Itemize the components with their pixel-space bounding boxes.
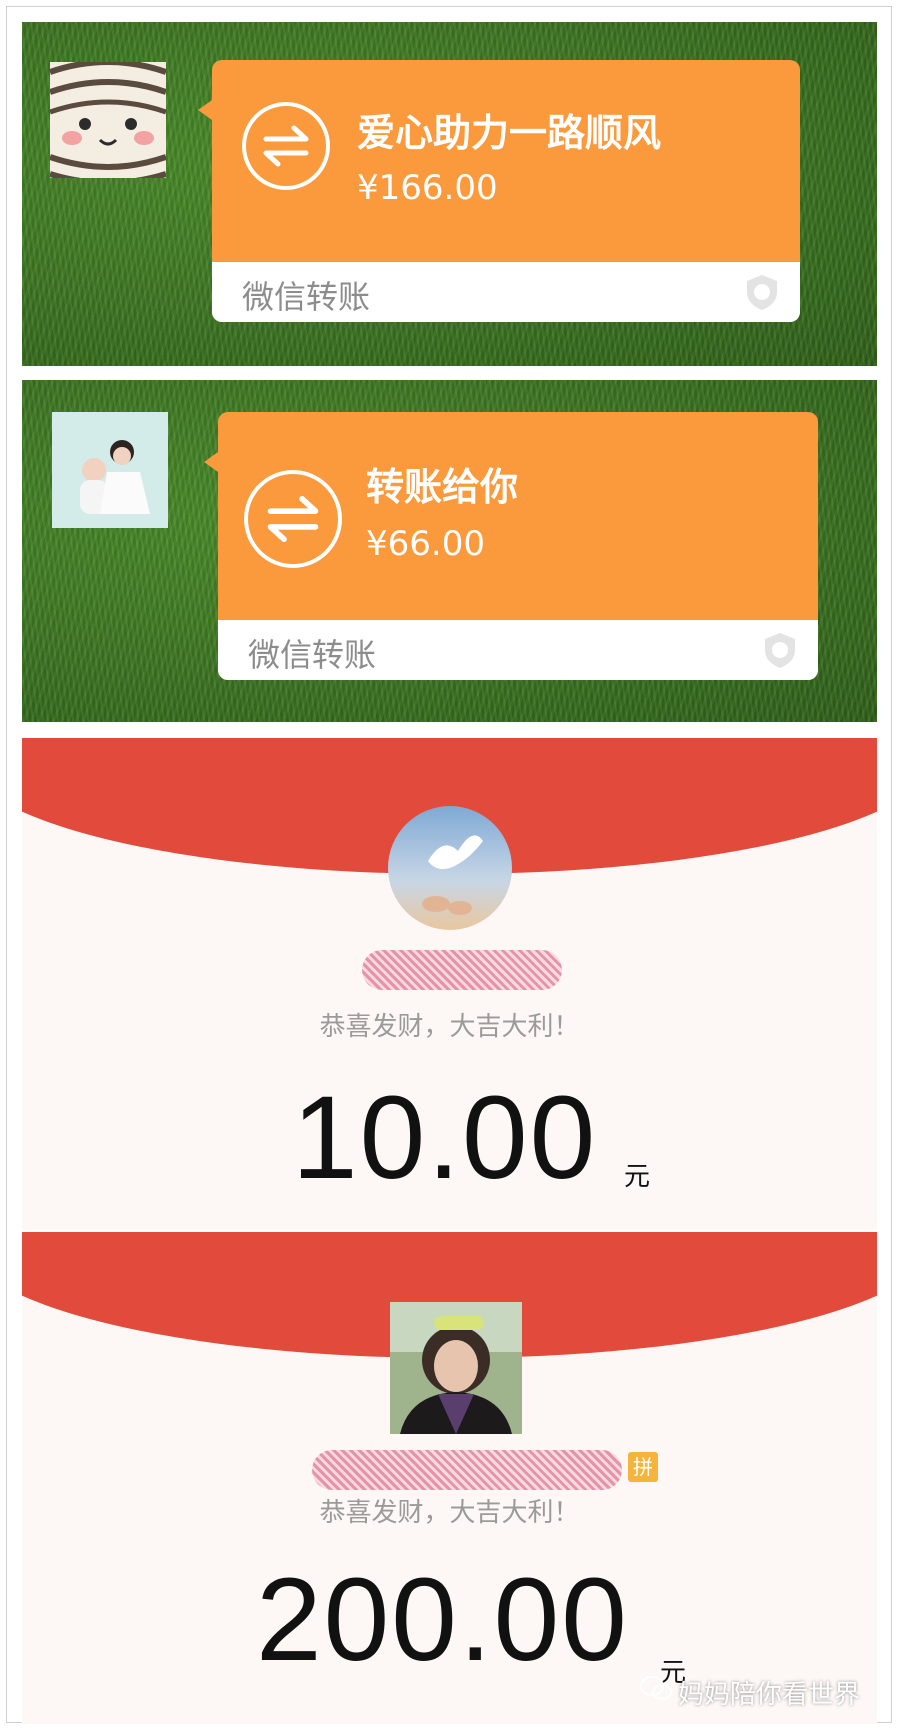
red-packet-panel-2: 拼 恭喜发财，大吉大利！ 200.00 元 <box>22 1232 877 1724</box>
transfer-amount: ¥166.00 <box>357 168 498 208</box>
wechat-icon <box>639 1675 672 1710</box>
transfer-footer-label: 微信转账 <box>242 278 371 316</box>
transfer-panel-2: 转账给你 ¥66.00 微信转账 <box>22 380 877 722</box>
transfer-footer: 微信转账 <box>218 620 818 680</box>
red-packet-wish: 恭喜发财，大吉大利！ <box>319 1498 580 1528</box>
red-packet-unit: 元 <box>624 1162 651 1192</box>
transfer-title: 转账给你 <box>366 465 519 509</box>
sender-name-redacted <box>362 950 562 990</box>
shield-icon <box>760 630 800 670</box>
transfer-bubble-1[interactable]: 爱心助力一路顺风 ¥166.00 微信转账 <box>198 60 800 322</box>
transfer-arrows-icon <box>244 470 342 568</box>
woman-avatar <box>390 1302 522 1434</box>
zebra-avatar <box>50 62 166 178</box>
red-packet-amount: 200.00 <box>256 1554 629 1686</box>
transfer-title: 爱心助力一路顺风 <box>357 111 662 155</box>
transfer-amount: ¥66.00 <box>366 524 485 564</box>
dove-avatar <box>388 806 512 930</box>
children-avatar <box>52 412 168 528</box>
transfer-panel-1: 爱心助力一路顺风 ¥166.00 微信转账 <box>22 22 877 366</box>
red-packet-amount: 10.00 <box>292 1072 598 1204</box>
transfer-arrows-icon <box>242 102 330 190</box>
transfer-footer-label: 微信转账 <box>248 636 377 674</box>
red-packet-wish: 恭喜发财，大吉大利！ <box>319 1012 580 1042</box>
watermark: 妈妈陪你看世界 <box>639 1674 860 1711</box>
red-packet-panel-1: 恭喜发财，大吉大利！ 10.00 元 <box>22 738 877 1230</box>
watermark-text: 妈妈陪你看世界 <box>677 1680 860 1710</box>
shield-icon <box>742 272 782 312</box>
transfer-bubble-2[interactable]: 转账给你 ¥66.00 微信转账 <box>204 412 818 680</box>
pin-badge: 拼 <box>628 1452 658 1482</box>
transfer-footer: 微信转账 <box>212 262 800 322</box>
sender-name-redacted <box>312 1450 622 1490</box>
